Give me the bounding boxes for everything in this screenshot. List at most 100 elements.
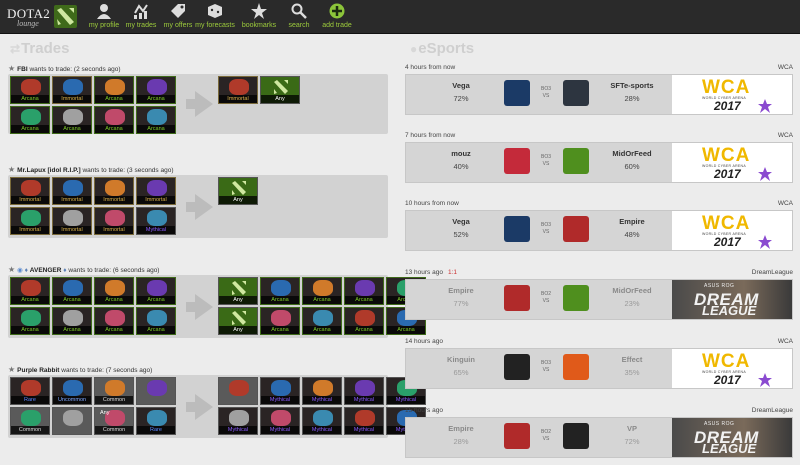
trade-card[interactable]: ★ Mr.Lapux [idol R.I.P.] wants to trade: … <box>8 163 388 243</box>
item-slot[interactable]: Arcana <box>52 307 92 335</box>
item-slot[interactable] <box>52 407 92 435</box>
wca-year: 2017 <box>714 235 741 249</box>
item-slot[interactable]: Any <box>218 277 258 305</box>
item-slot[interactable]: Arcana <box>10 106 50 134</box>
item-slot[interactable]: Immortal <box>10 177 50 205</box>
match-card[interactable]: 15 hours ago DreamLeague Empire 28% BO2 … <box>405 405 793 460</box>
item-slot[interactable]: Common <box>10 407 50 435</box>
item-slot[interactable]: Arcana <box>302 277 342 305</box>
item-slot[interactable]: Arcana <box>94 76 134 104</box>
bookmark-star-icon[interactable]: ★ <box>8 365 15 374</box>
match-card[interactable]: 7 hours from now WCA mouz 40% BO3 VS Mid… <box>405 130 793 185</box>
item-slot[interactable]: Arcana <box>344 307 384 335</box>
item-slot[interactable]: Arcana <box>10 277 50 305</box>
item-slot[interactable]: Any <box>218 307 258 335</box>
item-slot[interactable]: Mythical <box>344 407 384 435</box>
trader-name[interactable]: FBI <box>17 66 27 73</box>
item-slot[interactable]: Arcana <box>136 307 176 335</box>
item-slot[interactable]: Rare <box>136 407 176 435</box>
team-odds: 23% <box>624 299 640 308</box>
item-slot[interactable]: Mythical <box>260 377 300 405</box>
trade-card[interactable]: ★ ◉ ♦ AVENGER ♦ wants to trade: (6 second… <box>8 263 426 343</box>
item-slot[interactable]: Arcana <box>52 277 92 305</box>
match-card[interactable]: 10 hours from now WCA Vega 52% BO3 VS Em… <box>405 198 793 253</box>
nav-my-forecasts[interactable]: my forecasts <box>191 3 239 29</box>
trade-card[interactable]: ★ Purple Rabbit wants to trade: (7 second… <box>8 363 426 463</box>
item-slot[interactable]: Mythical <box>136 207 176 235</box>
item-slot[interactable]: Mythical <box>218 407 258 435</box>
item-slot[interactable]: Immortal <box>136 177 176 205</box>
item-slot[interactable]: Mythical <box>302 377 342 405</box>
item-rarity-label: Immortal <box>95 226 133 234</box>
item-art <box>355 380 375 396</box>
bookmark-star-icon[interactable]: ★ <box>8 265 15 274</box>
item-slot[interactable]: Immortal <box>52 177 92 205</box>
item-slot[interactable]: Immortal <box>52 207 92 235</box>
item-slot[interactable] <box>218 377 258 405</box>
item-rarity-label: Arcana <box>303 296 341 304</box>
item-slot[interactable]: Immortal <box>218 76 258 104</box>
item-slot[interactable]: Mythical <box>302 407 342 435</box>
trades-icon <box>132 3 150 20</box>
versus: VS <box>542 93 550 99</box>
item-slot[interactable]: Mythical <box>260 407 300 435</box>
dota2-lounge-logo[interactable]: DOTA2 lounge <box>7 4 77 30</box>
match-header: 4 hours from now WCA <box>405 62 793 74</box>
item-slot[interactable]: Arcana <box>260 307 300 335</box>
item-slot[interactable]: Arcana <box>94 307 134 335</box>
nav-add-trade[interactable]: add trade <box>313 3 361 29</box>
trade-body: Arcana Immortal Arcana Arcana Arcana Arcana Ar… <box>8 74 388 134</box>
item-rarity-label: Rare <box>11 396 49 404</box>
item-art <box>21 180 41 196</box>
esports-section-icon: ● <box>410 42 418 56</box>
item-rarity-label: Any <box>219 296 257 304</box>
item-slot[interactable]: Arcana <box>260 277 300 305</box>
trader-name[interactable]: AVENGER <box>30 267 62 274</box>
match-card[interactable]: 14 hours ago WCA Kinguin 65% BO3 VS Effe… <box>405 336 793 391</box>
item-slot[interactable]: Arcana <box>10 307 50 335</box>
drop-icon: ♦ <box>63 267 67 274</box>
item-rarity-label: Arcana <box>387 326 425 334</box>
wca-star-icon <box>758 235 772 249</box>
item-slot[interactable]: Mythical <box>344 377 384 405</box>
item-slot[interactable]: Common <box>94 377 134 405</box>
bookmark-star-icon[interactable]: ★ <box>8 64 15 73</box>
best-of: BO3 <box>540 154 551 160</box>
trades-section-title: ⇄Trades <box>10 40 69 57</box>
team-right: Effect 35% <box>592 355 672 377</box>
item-slot[interactable]: Arcana <box>94 277 134 305</box>
item-slot[interactable]: Arcana <box>136 277 176 305</box>
item-slot[interactable]: Arcana <box>136 106 176 134</box>
item-slot[interactable]: Arcana <box>52 106 92 134</box>
trade-card[interactable]: ★ FBI wants to trade: (2 seconds ago) Arc… <box>8 62 388 134</box>
item-slot[interactable]: Any <box>218 177 258 205</box>
item-art <box>271 310 291 326</box>
item-slot[interactable]: Immortal <box>94 177 134 205</box>
item-art <box>271 380 291 396</box>
arrow-bar <box>186 202 195 212</box>
item-slot[interactable]: Rare <box>10 377 50 405</box>
trader-name[interactable]: Mr.Lapux [idol R.I.P.] <box>17 167 80 174</box>
item-slot[interactable]: Immortal <box>52 76 92 104</box>
item-slot[interactable]: Arcana <box>136 76 176 104</box>
match-body: Empire 77% BO2 VS MidOrFeed 23% ASUS ROG… <box>405 279 793 320</box>
item-slot[interactable] <box>136 377 176 405</box>
bookmark-star-icon[interactable]: ★ <box>8 165 15 174</box>
item-slot[interactable]: Any <box>260 76 300 104</box>
esports-section-label: eSports <box>418 40 475 57</box>
item-slot[interactable]: Arcana <box>94 106 134 134</box>
item-slot[interactable]: Arcana <box>302 307 342 335</box>
item-slot[interactable]: Immortal <box>94 207 134 235</box>
item-slot[interactable]: Arcana <box>10 76 50 104</box>
trader-name[interactable]: Purple Rabbit <box>17 367 59 374</box>
item-slot[interactable]: Arcana <box>344 277 384 305</box>
item-slot[interactable]: Uncommon <box>52 377 92 405</box>
match-card[interactable]: 4 hours from now WCA Vega 72% BO3 VS SFT… <box>405 62 793 117</box>
item-rarity-label: Arcana <box>95 296 133 304</box>
match-card[interactable]: 13 hours ago 1:1 DreamLeague Empire 77% B… <box>405 267 793 322</box>
item-art <box>21 109 41 125</box>
item-slot[interactable]: Immortal <box>10 207 50 235</box>
item-art <box>105 79 125 95</box>
esports-section-title: ●eSports <box>410 40 474 57</box>
wca-banner: WCA WORLD CYBER ARENA 2017 <box>672 211 792 250</box>
